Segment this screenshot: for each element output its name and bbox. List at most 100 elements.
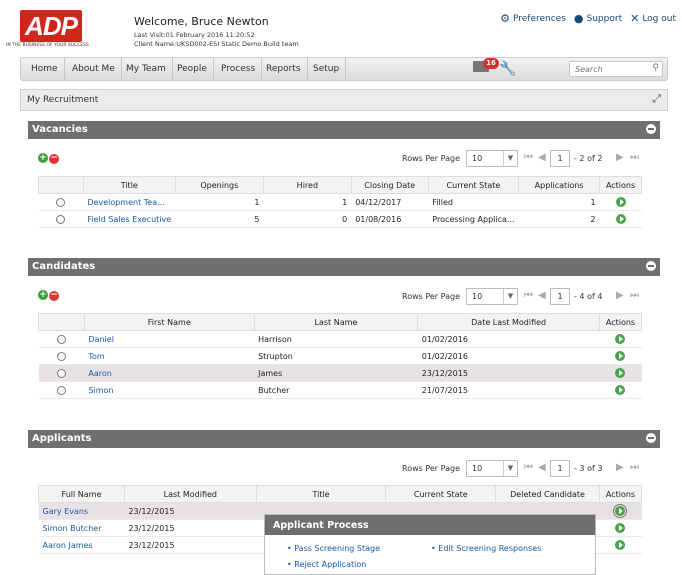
col-openings[interactable]: Openings [174,176,265,194]
last-page-icon[interactable]: ⏭ [630,462,639,473]
first-name-link[interactable]: Aaron [88,369,111,378]
page-number-input[interactable]: 1 [550,460,570,477]
applicant-name-link[interactable]: Gary Evans [43,507,89,516]
page-number-input[interactable]: 1 [550,150,570,167]
nav-process[interactable]: Process [215,58,263,80]
row-radio[interactable] [56,214,66,224]
menu-item-reject-application[interactable]: • Reject Application [287,560,366,569]
nav-people[interactable]: People [171,58,214,80]
page-number-input[interactable]: 1 [550,288,570,305]
rows-per-page-label: Rows Per Page [402,464,461,473]
nav-reports[interactable]: Reports [260,58,308,80]
openings-cell: 5 [175,210,264,228]
vacancy-title-link[interactable]: Field Sales Executive [87,215,171,224]
row-radio[interactable] [56,351,66,361]
remove-icon[interactable]: − [49,291,59,301]
nav-home[interactable]: Home [25,58,65,80]
col-title[interactable]: Title [255,485,387,503]
rows-per-page-select[interactable]: 10 ▼ [466,150,518,167]
chevron-down-icon: ▼ [503,289,517,304]
col-title[interactable]: Title [82,176,176,194]
panel-title: My Recruitment [27,95,99,105]
adp-logo[interactable]: ADP IN THE BUSINESS OF YOUR SUCCESS [6,10,106,50]
col-first-name[interactable]: First Name [83,313,255,331]
applicant-name-link[interactable]: Aaron James [43,541,93,550]
col-hired[interactable]: Hired [263,176,352,194]
next-page-icon[interactable]: ▶ [616,462,624,473]
menu-item-edit-screening[interactable]: • Edit Screening Responses [431,544,541,553]
nav-setup[interactable]: Setup [307,58,347,80]
col-actions: Actions [598,313,643,331]
action-arrow-icon[interactable] [615,368,626,378]
collapse-icon[interactable] [646,261,656,271]
tools-icon[interactable]: 🔧 [499,61,516,77]
first-name-link[interactable]: Daniel [88,335,114,344]
applicant-name-link[interactable]: Simon Butcher [43,524,102,533]
col-full-name[interactable]: Full Name [38,485,125,503]
next-page-icon[interactable]: ▶ [616,290,624,301]
add-icon[interactable]: + [38,290,48,300]
first-name-link[interactable]: Simon [88,386,113,395]
last-page-icon[interactable]: ⏭ [630,290,639,301]
first-page-icon[interactable]: ⏮ [524,152,533,163]
search-icon[interactable]: ⚲ [652,63,659,73]
menu-item-pass-screening[interactable]: • Pass Screening Stage [287,544,380,553]
first-page-icon[interactable]: ⏮ [524,462,533,473]
col-applications[interactable]: Applications [518,176,601,194]
col-date-last-modified[interactable]: Date Last Modified [417,313,600,331]
col-closing-date[interactable]: Closing Date [350,176,429,194]
action-arrow-icon[interactable] [615,351,626,361]
first-page-icon[interactable]: ⏮ [524,290,533,301]
vacancy-title-link[interactable]: Development Tea... [87,198,164,207]
welcome-text: Welcome, Bruce Newton [134,15,269,28]
section-title: Vacancies [32,124,88,135]
header: ADP IN THE BUSINESS OF YOUR SUCCESS Welc… [0,0,682,54]
row-radio[interactable] [56,385,66,395]
last-page-icon[interactable]: ⏭ [630,152,639,163]
add-icon[interactable]: + [38,153,48,163]
action-arrow-icon[interactable] [615,523,626,533]
nav-about-me[interactable]: About Me [66,58,122,80]
rows-per-page-value: 10 [472,292,483,301]
action-arrow-icon[interactable] [615,540,626,550]
collapse-icon[interactable] [646,433,656,443]
table-row: Aaron James 23/12/2015 [38,364,642,382]
first-name-link[interactable]: Tom [88,352,104,361]
action-arrow-icon[interactable] [615,385,626,395]
col-deleted-candidate[interactable]: Deleted Candidate [495,485,600,503]
action-arrow-icon[interactable] [615,334,626,344]
prev-page-icon[interactable]: ◀ [538,152,546,163]
state-cell: Filled [428,193,519,211]
next-page-icon[interactable]: ▶ [616,152,624,163]
adp-logo-mark: ADP [20,10,82,42]
logout-link[interactable]: ✕ Log out [630,12,676,25]
rows-per-page-select[interactable]: 10 ▼ [466,288,518,305]
col-current-state[interactable]: Current State [427,176,520,194]
support-link[interactable]: ● Support [574,12,622,25]
modified-cell: 21/07/2015 [417,381,600,399]
row-radio[interactable] [56,334,66,344]
col-last-name[interactable]: Last Name [253,313,419,331]
row-radio[interactable] [56,368,66,378]
table-row: Simon Butcher 21/07/2015 [38,381,642,399]
remove-icon[interactable]: − [49,154,59,164]
search-input[interactable] [570,62,646,76]
action-arrow-icon[interactable] [613,504,628,518]
prev-page-icon[interactable]: ◀ [538,462,546,473]
prev-page-icon[interactable]: ◀ [538,290,546,301]
action-arrow-icon[interactable] [615,214,626,224]
modified-cell: 01/02/2016 [417,347,600,365]
col-current-state[interactable]: Current State [385,485,497,503]
action-arrow-icon[interactable] [615,197,626,207]
nav-my-team[interactable]: My Team [120,58,173,80]
collapse-icon[interactable] [646,124,656,134]
col-last-modified[interactable]: Last Modified [123,485,257,503]
main-nav: Home About Me My Team People Process Rep… [20,57,668,81]
preferences-link[interactable]: ⚙ Preferences [500,12,566,25]
menu-item-label: Reject Application [294,560,367,569]
expand-icon[interactable]: ⤢ [652,92,661,106]
row-radio[interactable] [56,197,66,207]
candidates-table: First Name Last Name Date Last Modified … [38,313,643,399]
rows-per-page-select[interactable]: 10 ▼ [466,460,518,477]
last-name-cell: James [254,364,418,382]
